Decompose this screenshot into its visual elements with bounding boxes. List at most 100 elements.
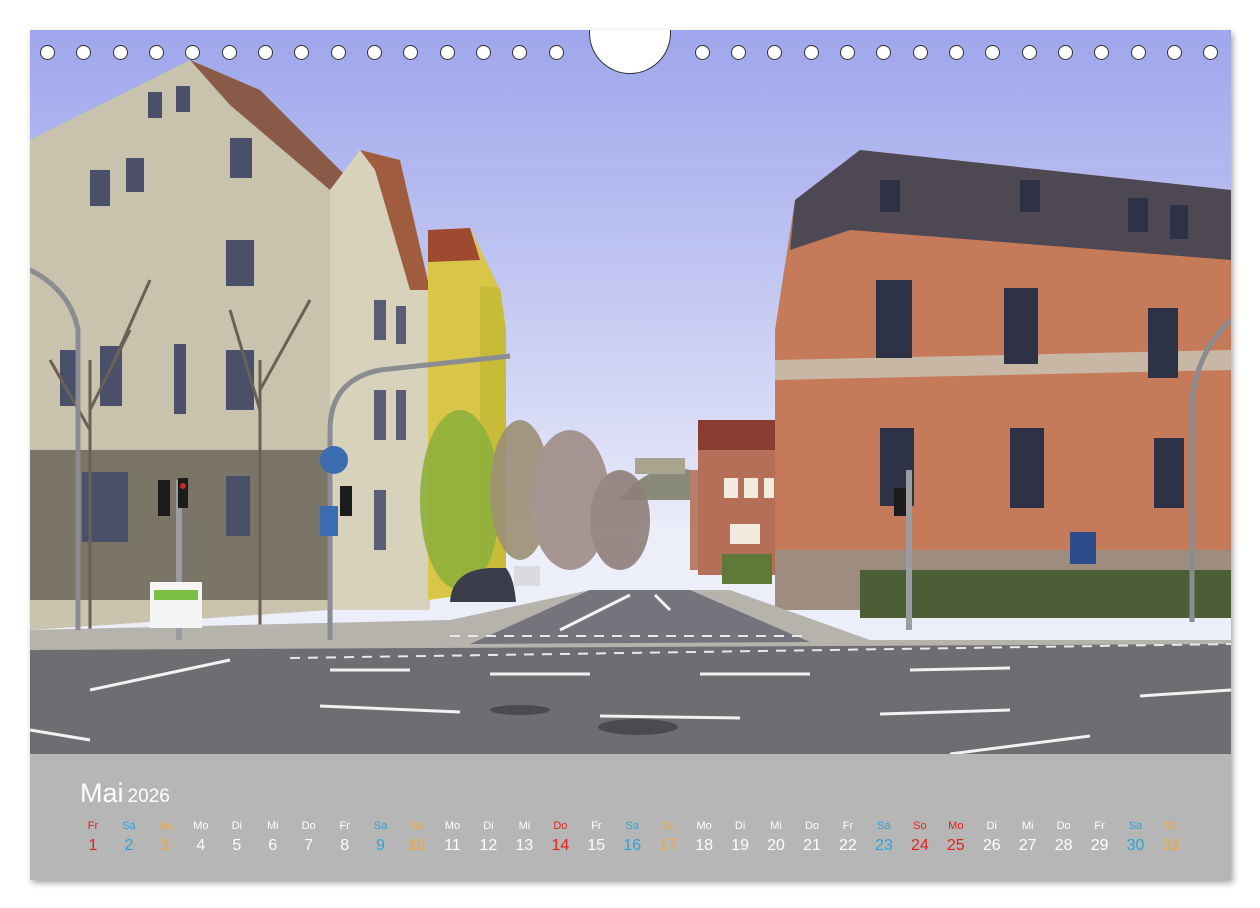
weekday-label: Fr	[339, 820, 350, 832]
calendar-day: Do 14	[542, 818, 578, 858]
binding-hole	[767, 45, 782, 60]
weekday-label: Sa	[625, 820, 639, 832]
center-right-roof	[698, 420, 775, 450]
binding-hole	[695, 45, 710, 60]
street-scene-illustration	[30, 60, 1231, 754]
binding-hole	[476, 45, 491, 60]
calendar-day: Mo 11	[435, 818, 471, 858]
calendar-day: Mi 6	[255, 818, 291, 858]
weekday-label: Di	[986, 820, 997, 832]
binding-hole	[985, 45, 1000, 60]
day-number: 5	[232, 837, 242, 854]
weekday-label: Do	[804, 820, 820, 832]
day-number: 3	[160, 837, 170, 854]
calendar-day: Di 19	[722, 818, 758, 858]
day-number: 13	[515, 837, 534, 854]
binding-hole	[222, 45, 237, 60]
calendar-day: Sa 23	[866, 818, 902, 858]
binding-hole	[1167, 45, 1182, 60]
weekday-label: Do	[1056, 820, 1071, 832]
day-number: 17	[659, 837, 678, 854]
calendar-day: So 31	[1154, 818, 1190, 858]
weekday-label: Di	[483, 820, 494, 832]
calendar-day: Di 12	[470, 818, 506, 858]
binding-hole	[331, 45, 346, 60]
calendar-day: Fr 15	[578, 818, 614, 858]
weekday-label: Mo	[444, 820, 461, 832]
weekday-label: So	[1164, 820, 1179, 832]
binding-hole	[549, 45, 564, 60]
weekday-label: Fr	[1094, 820, 1105, 832]
binding-hole	[804, 45, 819, 60]
binding-hole	[949, 45, 964, 60]
distant-castle	[635, 458, 685, 474]
calendar-day: Sa 2	[111, 818, 147, 858]
left-trees	[420, 410, 650, 590]
day-number: 15	[587, 837, 606, 854]
binding-hole	[40, 45, 55, 60]
binding-hole	[258, 45, 273, 60]
day-number: 16	[623, 837, 642, 854]
calendar-day: Fr 1	[75, 818, 111, 858]
road	[30, 644, 1231, 754]
day-number: 9	[376, 837, 386, 854]
day-number: 28	[1054, 837, 1073, 854]
calendar-day: So 3	[147, 818, 183, 858]
day-number: 19	[731, 837, 749, 854]
binding-hole	[913, 45, 928, 60]
binding-hole	[440, 45, 455, 60]
day-number: 8	[340, 837, 350, 854]
weekday-label: Fr	[842, 820, 854, 832]
binding-hole	[185, 45, 200, 60]
day-number: 6	[268, 837, 278, 854]
calendar-day: Do 21	[794, 818, 830, 858]
day-number: 14	[551, 837, 570, 854]
day-number: 1	[88, 837, 98, 854]
binding-hole	[1058, 45, 1073, 60]
weekday-label: So	[661, 820, 675, 832]
weekday-label: Do	[301, 820, 316, 832]
binding-hole	[76, 45, 91, 60]
binding-hole	[512, 45, 527, 60]
calendar-day: So 24	[902, 818, 938, 858]
day-number: 4	[196, 837, 206, 854]
calendar-day: Di 5	[219, 818, 255, 858]
hanger-notch	[589, 30, 671, 74]
day-number: 22	[839, 837, 857, 854]
binding-hole	[294, 45, 309, 60]
day-number: 12	[479, 837, 498, 854]
calendar-page: Mai 2026 Fr 1 Sa 2 So 3 Mo 4 Di 5 Mi 6 Do 7 Fr 8 Sa 9 So 10 M…	[30, 30, 1231, 880]
calendar-day: Fr 29	[1082, 818, 1118, 858]
day-number: 29	[1090, 837, 1109, 854]
weekday-label: Fr	[87, 820, 99, 832]
weekday-label: Mi	[266, 820, 279, 832]
day-number: 11	[444, 837, 461, 854]
calendar-day: Sa 16	[614, 818, 650, 858]
day-number: 23	[874, 837, 893, 854]
binding-hole	[1203, 45, 1218, 60]
weekday-label: Sa	[877, 820, 891, 832]
weekday-label: So	[913, 820, 927, 832]
weekday-label: Mo	[696, 820, 712, 832]
calendar-day: Do 28	[1046, 818, 1082, 858]
day-number: 18	[695, 837, 714, 854]
day-number: 2	[124, 837, 134, 854]
weekday-label: Sa	[373, 820, 388, 832]
calendar-day: Di 26	[974, 818, 1010, 858]
weekday-label: Mo	[193, 820, 209, 832]
weekday-label: Sa	[1128, 820, 1143, 832]
weekday-label: Sa	[122, 820, 136, 832]
day-number: 27	[1018, 837, 1037, 854]
day-number: 10	[407, 837, 426, 854]
calendar-day: Do 7	[291, 818, 327, 858]
calendar-day: Mi 13	[506, 818, 542, 858]
calendar-strip: Mai 2026 Fr 1 Sa 2 So 3 Mo 4 Di 5 Mi 6 Do 7 Fr 8 Sa 9 So 10 M…	[30, 754, 1231, 880]
binding-hole	[1131, 45, 1146, 60]
day-number: 30	[1126, 837, 1145, 854]
street-photo	[30, 30, 1231, 754]
weekday-label: Fr	[591, 820, 602, 832]
manhole-left	[490, 705, 550, 715]
calendar-day: Mi 27	[1010, 818, 1046, 858]
weekday-label: Mi	[1021, 820, 1034, 832]
right-hedge	[860, 570, 1231, 618]
